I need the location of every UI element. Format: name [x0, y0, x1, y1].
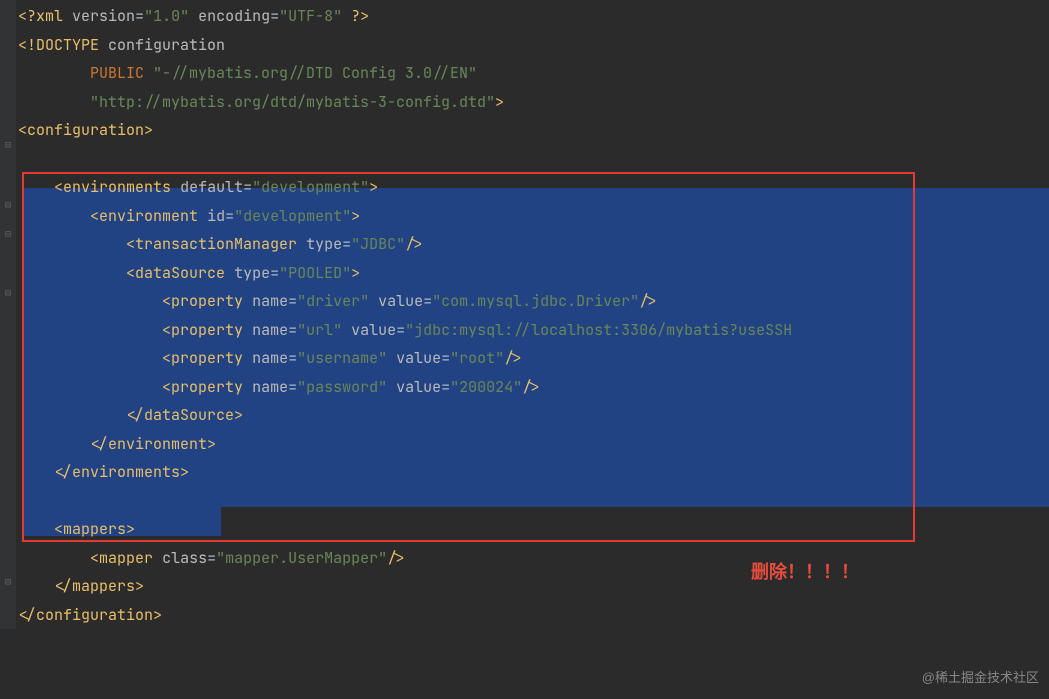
code-line[interactable]: <property name="driver" value="com.mysql… — [0, 287, 1049, 316]
code-line[interactable]: </dataSource> — [0, 401, 1049, 430]
code-line[interactable]: <!DOCTYPE configuration — [0, 31, 1049, 60]
code-line[interactable]: PUBLIC "-//mybatis.org//DTD Config 3.0//… — [0, 59, 1049, 88]
code-line[interactable]: </configuration> — [0, 601, 1049, 630]
code-line[interactable]: <environments default="development"> — [0, 173, 1049, 202]
code-line[interactable]: </environment> — [0, 430, 1049, 459]
code-line[interactable]: <?xml version="1.0" encoding="UTF-8" ?> — [0, 2, 1049, 31]
code-content[interactable]: <?xml version="1.0" encoding="UTF-8" ?> … — [0, 2, 1049, 629]
code-line[interactable]: <property name="password" value="200024"… — [0, 373, 1049, 402]
code-line[interactable]: <mappers> — [0, 515, 1049, 544]
code-line[interactable]: </mappers> — [0, 572, 1049, 601]
code-line[interactable]: <transactionManager type="JDBC"/> — [0, 230, 1049, 259]
code-line[interactable]: <property name="username" value="root"/> — [0, 344, 1049, 373]
code-line[interactable]: "http://mybatis.org/dtd/mybatis-3-config… — [0, 88, 1049, 117]
code-line[interactable]: <mapper class="mapper.UserMapper"/> — [0, 544, 1049, 573]
code-line[interactable] — [0, 487, 1049, 516]
code-editor[interactable]: <?xml version="1.0" encoding="UTF-8" ?> … — [0, 0, 1049, 629]
watermark: @稀土掘金技术社区 — [922, 666, 1039, 691]
code-line[interactable]: <dataSource type="POOLED"> — [0, 259, 1049, 288]
code-line[interactable]: <configuration> — [0, 116, 1049, 145]
delete-annotation: 删除！！！！ — [751, 555, 859, 589]
code-line[interactable]: <property name="url" value="jdbc:mysql:/… — [0, 316, 1049, 345]
code-line[interactable]: <environment id="development"> — [0, 202, 1049, 231]
code-line[interactable] — [0, 145, 1049, 174]
code-line[interactable]: </environments> — [0, 458, 1049, 487]
